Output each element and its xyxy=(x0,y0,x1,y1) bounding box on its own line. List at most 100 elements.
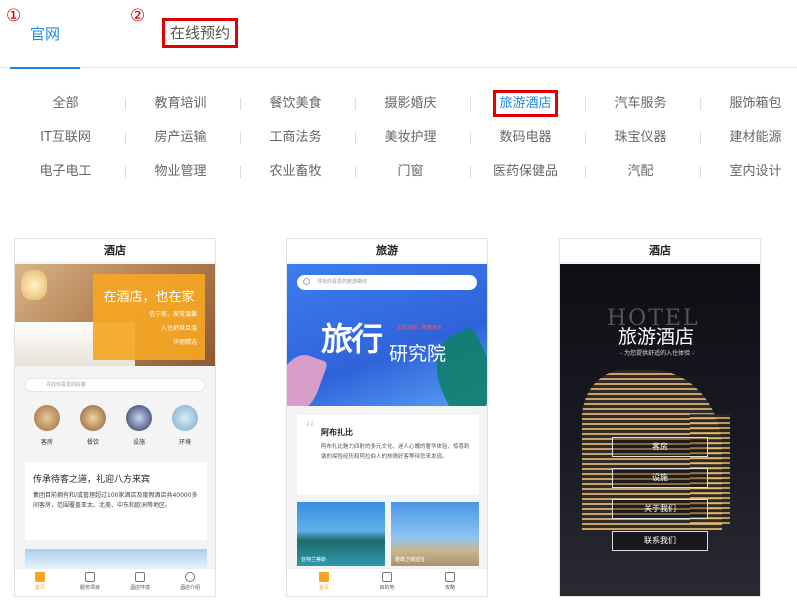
nav-home[interactable]: 首页 xyxy=(299,572,349,591)
nav-about[interactable]: 酒店介绍 xyxy=(165,572,215,591)
home-icon xyxy=(319,572,329,582)
category-divider xyxy=(355,98,356,110)
carousel-dots[interactable] xyxy=(375,399,399,406)
grid-icon xyxy=(85,572,95,582)
category-item[interactable]: 汽配 xyxy=(583,160,698,184)
template-card-travel-hotel[interactable]: 酒店 HOTEL 旅游酒店 - 为您提供舒适的入住体验 - 客房 设施 关于我们… xyxy=(559,238,761,597)
category-item[interactable]: 门窗 xyxy=(353,160,468,184)
category-row: IT互联网 房产运输 工商法务 美妆护理 数码电器 珠宝仪器 建材能源 xyxy=(0,126,797,150)
category-divider xyxy=(470,166,471,178)
category-label: 汽车服务 xyxy=(614,96,667,111)
service-label: 客房 xyxy=(40,439,53,446)
category-item[interactable]: 医药保健品 xyxy=(468,160,583,184)
destination-image-2[interactable]: 雅典卫城遗址 xyxy=(391,502,479,566)
hero-big-text: 旅行 xyxy=(321,320,383,358)
search-input[interactable]: 寻找你喜爱的好客 xyxy=(25,378,205,392)
nav-label: 首页 xyxy=(318,585,329,591)
nav-label: 攻略 xyxy=(444,585,455,591)
nav-destination[interactable]: 目的地 xyxy=(362,572,412,591)
nav-home[interactable]: 首页 xyxy=(15,572,65,591)
category-item[interactable]: 建材能源 xyxy=(698,126,797,150)
category-divider xyxy=(240,98,241,110)
category-item[interactable]: 全部 xyxy=(8,92,123,116)
category-row: 全部 教育培训 餐饮美食 摄影婚庆 旅游酒店 汽车服务 服饰箱包 xyxy=(0,90,797,117)
category-item[interactable]: 数码电器 xyxy=(468,126,583,150)
category-label: 室内设计 xyxy=(729,164,782,179)
service-rooms[interactable]: 客房 xyxy=(25,405,69,446)
tab-booking[interactable]: 在线预约 xyxy=(162,18,238,48)
template-card-hotel[interactable]: 酒店 在酒店，也在家 信宁居、家常温馨 入住舒爽且温 华丽精选 寻找你喜爱的好客… xyxy=(14,238,216,597)
nav-label: 酒店环境 xyxy=(129,585,150,591)
bottom-nav: 首页 服务项目 酒店环境 酒店介绍 xyxy=(15,568,215,596)
intro-heading: 传承待客之道，礼迎八方来宾 xyxy=(33,475,151,485)
category-label: 数码电器 xyxy=(499,130,552,145)
nav-environment[interactable]: 酒店环境 xyxy=(115,572,165,591)
category-item[interactable]: 珠宝仪器 xyxy=(583,126,698,150)
home-icon xyxy=(35,572,45,582)
category-label: 房产运输 xyxy=(154,130,207,145)
category-item[interactable]: 电子电工 xyxy=(8,160,123,184)
facilities-button[interactable]: 设施 xyxy=(612,468,708,488)
card-title: 酒店 xyxy=(560,239,760,263)
service-dining[interactable]: 餐饮 xyxy=(71,405,115,446)
nav-services[interactable]: 服务项目 xyxy=(65,572,115,591)
category-label: 教育培训 xyxy=(154,96,207,111)
nav-guide[interactable]: 攻略 xyxy=(425,572,475,591)
category-divider xyxy=(585,166,586,178)
category-item[interactable]: 美妆护理 xyxy=(353,126,468,150)
search-icon xyxy=(303,278,310,285)
category-item[interactable]: 教育培训 xyxy=(123,92,238,116)
category-divider xyxy=(240,132,241,144)
nav-label: 酒店介绍 xyxy=(179,585,200,591)
category-label: 摄影婚庆 xyxy=(384,96,437,111)
category-label: 全部 xyxy=(52,96,79,111)
category-item[interactable]: 房产运输 xyxy=(123,126,238,150)
category-item[interactable]: 农业畜牧 xyxy=(238,160,353,184)
facilities-icon xyxy=(126,405,152,431)
category-divider xyxy=(470,98,471,110)
category-label: 旅游酒店 xyxy=(493,90,558,117)
category-item[interactable]: IT互联网 xyxy=(8,126,123,150)
category-item[interactable]: 摄影婚庆 xyxy=(353,92,468,116)
dining-icon xyxy=(80,405,106,431)
environment-icon xyxy=(172,405,198,431)
nav-label: 服务项目 xyxy=(79,585,100,591)
category-divider xyxy=(470,132,471,144)
category-item[interactable]: 物业管理 xyxy=(123,160,238,184)
image-caption: 雅典卫城遗址 xyxy=(395,557,426,563)
hero-line: 信宁居、家常温馨 xyxy=(148,311,197,318)
contact-button[interactable]: 联系我们 xyxy=(612,531,708,551)
about-button[interactable]: 关于我们 xyxy=(612,499,708,519)
hero-banner: 在酒店，也在家 信宁居、家常温馨 入住舒爽且温 华丽精选 xyxy=(15,264,215,366)
category-item[interactable]: 服饰箱包 xyxy=(698,92,797,116)
tab-official-label: 官网 xyxy=(29,25,60,43)
category-item[interactable]: 旅游酒店 xyxy=(468,90,583,117)
top-tabs: ① ② 官网 在线预约 xyxy=(0,0,797,69)
nav-label: 首页 xyxy=(34,585,45,591)
category-item[interactable]: 汽车服务 xyxy=(583,92,698,116)
category-divider xyxy=(700,132,701,144)
card-title: 酒店 xyxy=(15,239,215,263)
tab-official[interactable]: 官网 xyxy=(10,22,80,69)
category-divider xyxy=(700,98,701,110)
list-icon xyxy=(135,572,145,582)
category-label: 电子电工 xyxy=(39,164,92,179)
grid-icon xyxy=(382,572,392,582)
hero-title: 旅游酒店 xyxy=(618,326,695,348)
service-facilities[interactable]: 设施 xyxy=(117,405,161,446)
quote-icon: “ xyxy=(305,417,316,441)
service-environment[interactable]: 环境 xyxy=(163,405,207,446)
category-label: 美妆护理 xyxy=(384,130,437,145)
search-input[interactable]: 寻找你喜爱的旅游路线 xyxy=(297,275,477,290)
lamp-image xyxy=(21,270,47,300)
category-item[interactable]: 餐饮美食 xyxy=(238,92,353,116)
category-divider xyxy=(700,166,701,178)
hero-subtitle: - 为您提供舒适的入住体验 - xyxy=(620,350,695,357)
category-item[interactable]: 室内设计 xyxy=(698,160,797,184)
category-item[interactable]: 工商法务 xyxy=(238,126,353,150)
template-card-travel[interactable]: 旅游 寻找你喜爱的旅游路线 旅行 研究院 出发在即，跟着未来 “ 阿布扎比 阿布… xyxy=(286,238,488,597)
intro-section: 传承待客之道，礼迎八方来宾 集团目前拥有和/或管理超过100家酒店及度假酒店共4… xyxy=(25,462,207,540)
destination-image-1[interactable]: 亚特兰蒂斯 xyxy=(297,502,385,566)
rooms-button[interactable]: 客房 xyxy=(612,437,708,457)
service-label: 环境 xyxy=(178,439,191,446)
